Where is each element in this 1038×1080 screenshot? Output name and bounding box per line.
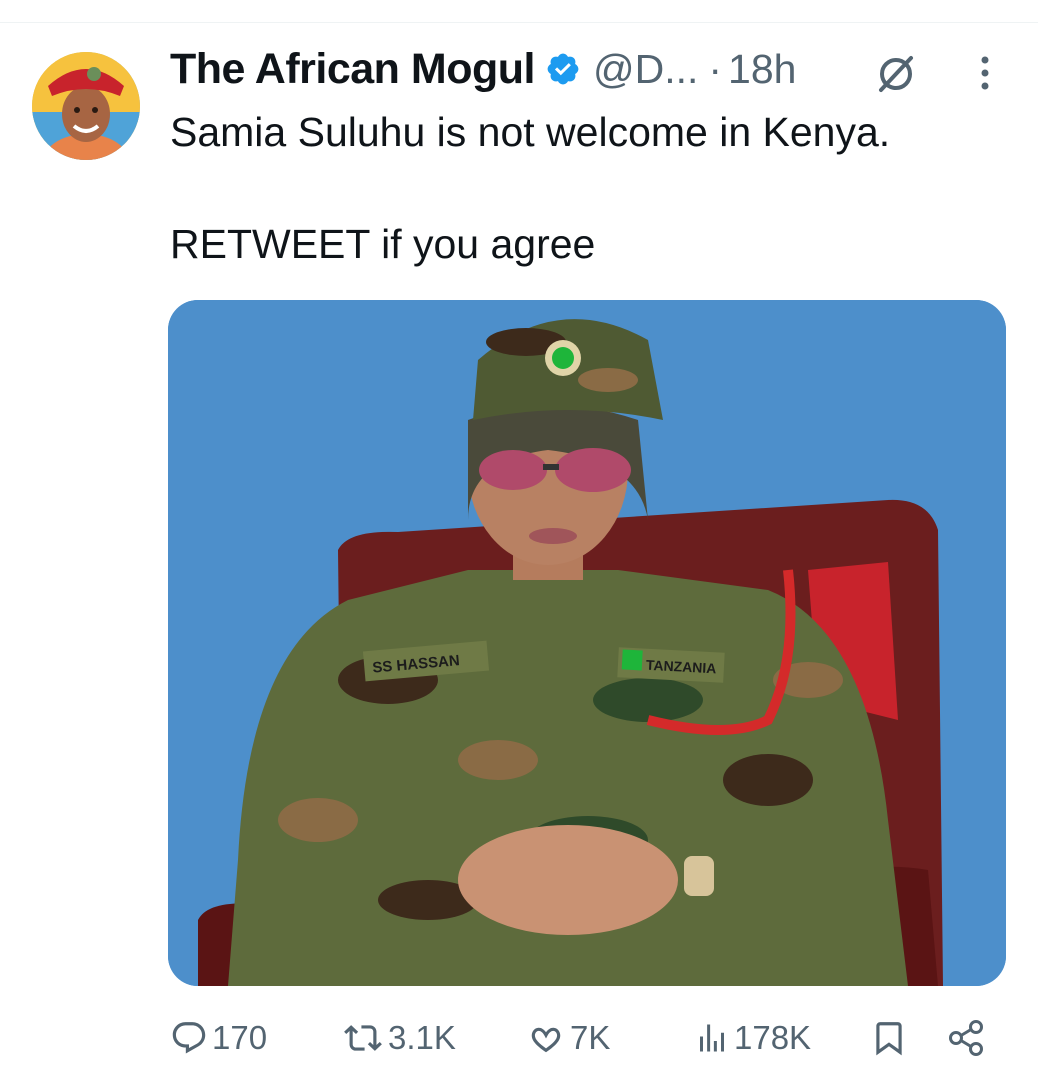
bookmark-button[interactable] (870, 1010, 908, 1066)
tweet-text-line1: Samia Suluhu is not welcome in Kenya. (170, 109, 891, 155)
avatar[interactable] (32, 52, 140, 160)
grok-icon[interactable] (873, 50, 919, 96)
share-button[interactable] (946, 1010, 986, 1066)
tweet-text-line2: RETWEET if you agree (170, 221, 596, 267)
reply-count: 170 (212, 1019, 268, 1056)
bookmark-icon (876, 1022, 902, 1056)
like-icon (531, 1027, 561, 1053)
like-count: 7K (570, 1019, 611, 1056)
like-button[interactable]: 7K (526, 1010, 610, 1066)
views-icon (700, 1024, 724, 1052)
views-button[interactable]: 178K (694, 1010, 811, 1066)
verified-badge-icon (545, 51, 581, 87)
author-name[interactable]: The African Mogul (170, 45, 535, 94)
reply-button[interactable]: 170 (170, 1010, 267, 1066)
share-icon (949, 1020, 983, 1056)
top-divider (0, 22, 1038, 23)
author-handle[interactable]: @D... (593, 46, 698, 93)
tweet-media[interactable]: SS HASSAN TANZANIA (168, 300, 1006, 986)
reply-icon (172, 1022, 206, 1054)
retweet-button[interactable]: 3.1K (342, 1010, 456, 1066)
tweet-text: Samia Suluhu is not welcome in Kenya. RE… (170, 104, 1010, 272)
tweet-header: The African Mogul @D... · 18h (170, 42, 796, 96)
retweet-icon (344, 1025, 382, 1051)
more-icon[interactable] (972, 50, 998, 96)
views-count: 178K (734, 1019, 812, 1056)
retweet-count: 3.1K (388, 1019, 456, 1056)
separator-dot: · (708, 45, 723, 92)
media-photo: SS HASSAN TANZANIA (168, 300, 1006, 986)
tweet-actions: 170 3.1K 7K 178K (0, 1010, 1038, 1066)
tweet-time[interactable]: 18h (728, 46, 796, 93)
avatar-image (32, 52, 140, 160)
